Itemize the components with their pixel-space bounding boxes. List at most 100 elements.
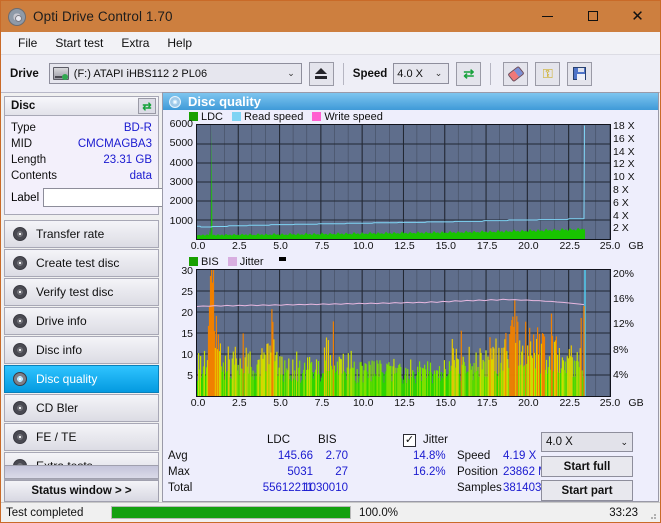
jitter-checkbox[interactable]: ✓ (403, 434, 416, 447)
chevron-down-icon: ⌄ (281, 68, 298, 79)
ytick: 15 (181, 328, 193, 340)
legend-ldc: LDC (189, 111, 223, 123)
speed-select[interactable]: 4.0 X ⌄ (393, 63, 449, 84)
ytick: 1000 (170, 215, 193, 227)
legend-label: Jitter (240, 256, 264, 268)
eraser-icon (507, 65, 524, 81)
chart-bottom-yaxis-left: 30 25 20 15 10 5 (163, 269, 193, 397)
content-header: Disc quality (163, 93, 658, 110)
drive-label: Drive (10, 68, 39, 80)
disc-panel-title: Disc (11, 100, 35, 112)
toolbar-divider-2 (490, 63, 491, 85)
ytick: 25 (181, 286, 193, 298)
save-button[interactable] (567, 62, 592, 86)
resize-grip-icon[interactable] (647, 510, 657, 520)
start-part-button[interactable]: Start part (541, 480, 633, 501)
status-window-button[interactable]: Status window > > (4, 480, 159, 502)
content-title: Disc quality (188, 94, 261, 109)
start-full-button[interactable]: Start full (541, 456, 633, 477)
sidebar-item-disc-quality[interactable]: Disc quality (4, 365, 159, 393)
ytick: 12 X (613, 158, 635, 170)
menu-start-test[interactable]: Start test (46, 34, 112, 52)
xtick: 7.5 (315, 397, 330, 409)
chevron-down-icon: ⌄ (620, 437, 628, 448)
sidebar-item-drive-info[interactable]: Drive info (4, 307, 159, 335)
close-button[interactable]: ✕ (615, 1, 660, 31)
stats-col-bis: BIS (318, 434, 337, 446)
erase-button[interactable] (503, 62, 528, 86)
ytick: 5 (187, 370, 193, 382)
menu-file[interactable]: File (9, 34, 46, 52)
refresh-icon: ⇄ (463, 67, 474, 80)
xtick: 5.0 (273, 397, 288, 409)
legend-swatch-write-speed (312, 112, 321, 121)
sidebar-item-transfer-rate[interactable]: Transfer rate (4, 220, 159, 248)
jitter-label: Jitter (423, 434, 448, 446)
legend-write-speed: Write speed (312, 111, 383, 123)
xtick: 12.5 (394, 240, 414, 252)
jitter-max: 16.2% (413, 466, 446, 478)
refresh-button[interactable]: ⇄ (456, 62, 481, 86)
speed-label: Speed (353, 68, 388, 80)
test-speed-select[interactable]: 4.0 X ⌄ (541, 432, 633, 452)
sidebar-item-label: Drive info (36, 314, 87, 328)
speed-select-value: 4.0 X (397, 68, 423, 80)
minimize-button[interactable] (525, 1, 570, 31)
xtick: 12.5 (394, 397, 414, 409)
ytick: 8 X (613, 184, 629, 196)
disc-mid-value: CMCMAGBA3 (78, 138, 152, 150)
xtick: 20.0 (518, 240, 538, 252)
drive-select[interactable]: (F:) ATAPI iHBS112 2 PL06 ⌄ (49, 63, 302, 84)
sidebar-item-create-test-disc[interactable]: Create test disc (4, 249, 159, 277)
keys-button[interactable]: ⚿ (535, 62, 560, 86)
ytick: 6000 (170, 118, 193, 130)
sidebar-item-cd-bler[interactable]: CD Bler (4, 394, 159, 422)
eject-button[interactable] (309, 62, 334, 86)
stats-panel: LDC BIS Avg 145.66 2.70 Max 5031 27 Tota… (163, 432, 658, 501)
keys-icon: ⚿ (543, 67, 553, 80)
disc-row-mid: MID CMCMAGBA3 (11, 136, 152, 152)
disc-icon (13, 430, 27, 444)
sidebar-item-verify-test-disc[interactable]: Verify test disc (4, 278, 159, 306)
chart-top-plot (196, 124, 611, 240)
disc-icon (8, 8, 26, 26)
legend-swatch-jitter (228, 257, 237, 266)
legend-label: Write speed (324, 111, 383, 123)
ytick: 12% (613, 318, 634, 330)
menu-help[interactable]: Help (158, 34, 201, 52)
menu-extra[interactable]: Extra (112, 34, 158, 52)
drive-select-value: (F:) ATAPI iHBS112 2 PL06 (74, 68, 207, 80)
ytick: 2 X (613, 222, 629, 234)
legend-bis: BIS (189, 256, 219, 268)
legend-jitter: Jitter (228, 256, 264, 268)
chart-legend-top: LDC Read speed Write speed (163, 110, 658, 123)
chart-legend-bottom: BIS Jitter (163, 255, 658, 268)
maximize-button[interactable] (570, 1, 615, 31)
disc-length-label: Length (11, 154, 46, 166)
disc-refresh-button[interactable]: ⇄ (138, 98, 156, 114)
ytick: 4% (613, 369, 628, 381)
sidebar: Disc ⇄ Type BD-R MID CMCMAGBA3 Length 23… (4, 96, 159, 502)
close-icon: ✕ (631, 7, 644, 25)
chart-bottom-yaxis-right: 20% 16% 12% 8% 4% (613, 269, 657, 397)
chevron-down-icon: ⌄ (429, 68, 446, 79)
xtick: 17.5 (477, 397, 497, 409)
sidebar-item-disc-info[interactable]: Disc info (4, 336, 159, 364)
xtick: 5.0 (273, 240, 288, 252)
sidebar-item-fe-te[interactable]: FE / TE (4, 423, 159, 451)
disc-quality-icon (169, 96, 181, 108)
window-title: Opti Drive Control 1.70 (33, 9, 173, 24)
xtick: 20.0 (518, 397, 538, 409)
toolbar-divider-1 (343, 63, 344, 85)
content-panel: Disc quality LDC Read speed Write speed … (162, 92, 659, 502)
xtick: 15.0 (436, 240, 456, 252)
disc-label-row: Label (11, 187, 152, 208)
disc-contents-label: Contents (11, 170, 57, 182)
chart-bottom-xaxis: 0.0 2.5 5.0 7.5 10.0 12.5 15.0 17.5 20.0… (196, 397, 658, 410)
test-speed-value: 4.0 X (546, 436, 573, 448)
disc-panel-header: Disc ⇄ (4, 96, 159, 116)
position-stat-label: Position (457, 466, 498, 478)
progress-bar (111, 506, 351, 519)
xtick: 7.5 (315, 240, 330, 252)
ytick: 18 X (613, 120, 635, 132)
